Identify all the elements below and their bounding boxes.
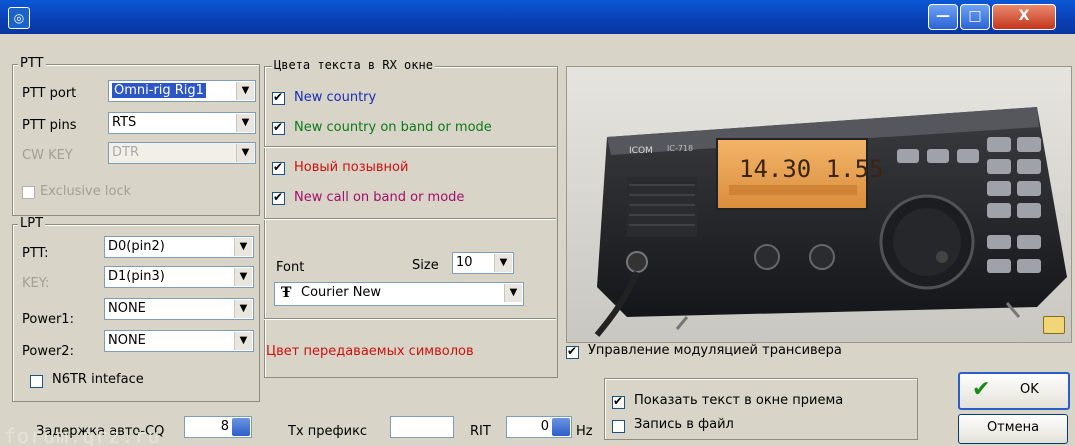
rit-label: RIT	[470, 424, 491, 439]
power1-select[interactable]: NONE ▼	[104, 298, 254, 320]
separator	[264, 146, 556, 147]
new-callsign-label[interactable]: Новый позывной	[294, 160, 408, 175]
record-file-checkbox[interactable]	[612, 420, 625, 433]
show-text-label: Показать текст в окне приема	[634, 393, 844, 408]
tx-color-label[interactable]: Цвет передаваемых символов	[266, 344, 474, 359]
ptt-port-label: PTT port	[22, 86, 77, 101]
exclusive-lock-label: Exclusive lock	[40, 184, 132, 199]
power1-label: Power1:	[22, 312, 74, 327]
transceiver-illustration: 14.30 1.55 ICOM IC-718	[567, 67, 1071, 342]
ptt-pins-label: PTT pins	[22, 118, 77, 133]
autocq-spinner[interactable]: 8	[184, 416, 252, 438]
app-icon: ◎	[8, 7, 30, 29]
chevron-down-icon[interactable]: ▼	[494, 254, 512, 272]
font-select[interactable]: Ŧ Courier New ▼	[274, 282, 524, 306]
spin-icon[interactable]	[232, 418, 250, 436]
cw-key-select[interactable]: DTR ▼	[108, 142, 256, 164]
rit-value: 0	[540, 419, 549, 434]
new-call-band-checkbox[interactable]	[272, 190, 285, 205]
record-file-label: Запись в файл	[634, 417, 734, 432]
chevron-down-icon[interactable]: ▼	[234, 300, 252, 318]
lpt-legend: LPT	[18, 216, 46, 231]
new-callsign-checkbox[interactable]	[272, 160, 285, 175]
rx-colors-group	[264, 66, 558, 378]
hz-label: Hz	[576, 424, 593, 439]
close-button[interactable]: X	[992, 4, 1056, 30]
lpt-ptt-value: D0(pin2)	[108, 239, 165, 254]
font-label: Font	[276, 260, 305, 275]
power1-value: NONE	[108, 301, 146, 316]
lpt-key-value: D1(pin3)	[108, 269, 165, 284]
chevron-down-icon[interactable]: ▼	[236, 82, 254, 100]
check-icon: ✔	[972, 377, 991, 402]
chevron-down-icon[interactable]: ▼	[236, 114, 254, 132]
power2-value: NONE	[108, 333, 146, 348]
size-value: 10	[456, 255, 473, 270]
cw-key-value: DTR	[112, 145, 139, 160]
tx-prefix-label: Tx префикс	[288, 424, 368, 439]
new-country-band-checkbox[interactable]	[272, 120, 285, 135]
ptt-legend: PTT	[18, 56, 46, 71]
lpt-key-label: KEY:	[22, 276, 50, 291]
open-folder-icon[interactable]	[1043, 316, 1065, 334]
ptt-pins-select[interactable]: RTS ▼	[108, 112, 256, 134]
model-label: IC-718	[667, 144, 693, 153]
new-country-label[interactable]: New country	[294, 90, 376, 105]
ptt-port-value: Omni-rig Rig1	[112, 83, 206, 98]
ptt-port-select[interactable]: Omni-rig Rig1 ▼	[108, 80, 256, 102]
separator	[264, 318, 556, 319]
title-bar: ◎ — □ X	[0, 0, 1075, 34]
modulation-checkbox[interactable]	[566, 344, 579, 359]
chevron-down-icon[interactable]: ▼	[234, 332, 252, 350]
chevron-down-icon[interactable]: ▼	[234, 268, 252, 286]
rit-spinner[interactable]: 0	[506, 416, 572, 438]
transceiver-image: 14.30 1.55 ICOM IC-718	[566, 66, 1072, 343]
maximize-button[interactable]: □	[960, 4, 990, 30]
power2-select[interactable]: NONE ▼	[104, 330, 254, 352]
size-label: Size	[412, 258, 439, 273]
cancel-button[interactable]: Отмена	[958, 414, 1068, 444]
n6tr-checkbox[interactable]	[30, 375, 43, 388]
lpt-ptt-label: PTT:	[22, 246, 49, 261]
brand-label: ICOM	[629, 146, 653, 156]
watermark: forum.qrz.ru	[4, 424, 161, 446]
new-country-band-label[interactable]: New country on band or mode	[294, 120, 492, 135]
frequency-readout: 14.30 1.55	[739, 155, 884, 183]
power2-label: Power2:	[22, 344, 74, 359]
spin-icon[interactable]	[552, 418, 570, 436]
size-select[interactable]: 10 ▼	[452, 252, 514, 274]
ptt-pins-value: RTS	[112, 115, 137, 130]
minimize-button[interactable]: —	[928, 4, 958, 30]
font-value: Courier New	[301, 285, 382, 300]
autocq-value: 8	[220, 419, 229, 434]
chevron-down-icon[interactable]: ▼	[504, 284, 522, 302]
tx-prefix-input[interactable]	[390, 416, 454, 438]
n6tr-label: N6TR inteface	[52, 372, 144, 387]
new-country-checkbox[interactable]	[272, 90, 285, 105]
cw-key-label: CW KEY	[22, 148, 73, 163]
chevron-down-icon[interactable]: ▼	[236, 144, 254, 162]
lpt-key-select[interactable]: D1(pin3) ▼	[104, 266, 254, 288]
ok-button[interactable]: ✔ OK	[958, 372, 1070, 410]
exclusive-lock-checkbox[interactable]	[22, 186, 35, 199]
lpt-ptt-select[interactable]: D0(pin2) ▼	[104, 236, 254, 258]
chevron-down-icon[interactable]: ▼	[234, 238, 252, 256]
modulation-label: Управление модуляцией трансивера	[588, 343, 842, 358]
separator	[264, 218, 556, 219]
truetype-icon: Ŧ	[281, 285, 292, 301]
show-text-checkbox[interactable]	[612, 394, 625, 409]
settings-window: ◎ — □ X PTT PTT port Omni-rig Rig1 ▼ PTT…	[0, 0, 1075, 446]
new-call-band-label[interactable]: New call on band or mode	[294, 190, 464, 205]
rx-colors-legend: Цвета текста в RX окне	[272, 58, 435, 72]
